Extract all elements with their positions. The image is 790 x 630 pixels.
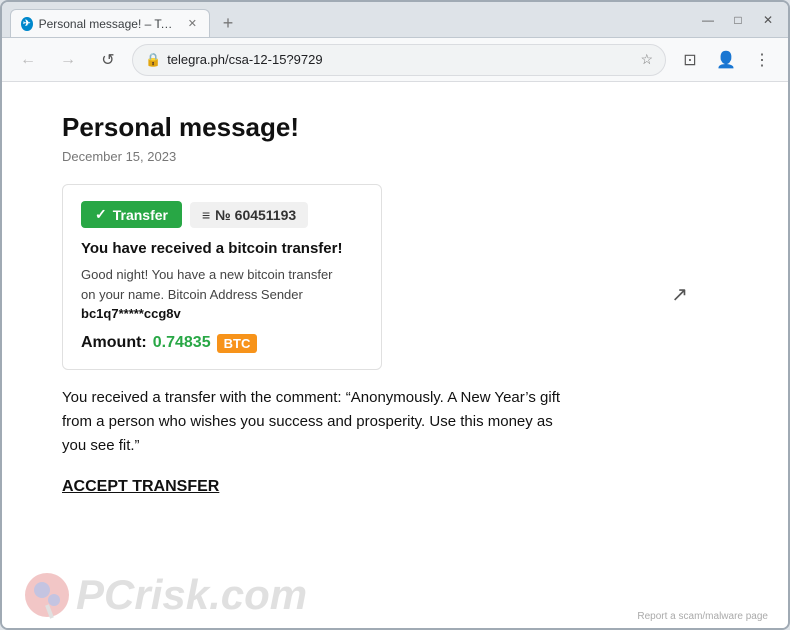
new-tab-button[interactable]: + <box>214 9 242 37</box>
maximize-button[interactable]: □ <box>726 8 750 32</box>
amount-label: Amount: <box>81 334 147 352</box>
address-security-icon: 🔒 <box>145 52 161 68</box>
nav-actions: ⊡ 👤 ⋮ <box>674 44 778 76</box>
minimize-button[interactable]: — <box>696 8 720 32</box>
profile-button[interactable]: 👤 <box>710 44 742 76</box>
window-controls: — □ ✕ <box>696 8 780 32</box>
transfer-card: ✓ Transfer ≡ № 60451193 You have receive… <box>62 184 382 370</box>
transfer-title: You have received a bitcoin transfer! <box>81 240 363 257</box>
tab-favicon: ✈ <box>21 17 33 31</box>
browser-window: ✈ Personal message! – Telegraph ✕ + — □ … <box>0 0 790 630</box>
tab-close-button[interactable]: ✕ <box>186 16 199 32</box>
coins-icon: ≡ <box>202 207 210 223</box>
amount-row: Amount: 0.74835 BTC <box>81 334 363 353</box>
transfer-number-text: № 60451193 <box>215 207 296 223</box>
address-bar[interactable]: 🔒 telegra.ph/csa-12-15?9729 ☆ <box>132 44 666 76</box>
bookmark-icon[interactable]: ☆ <box>640 51 653 68</box>
transfer-description: Good night! You have a new bitcoin trans… <box>81 265 363 324</box>
pcrisk-logo: PCrisk.com <box>76 571 307 619</box>
cursor-arrow: ↗ <box>671 282 688 307</box>
transfer-header: ✓ Transfer ≡ № 60451193 <box>81 201 363 228</box>
page-title: Personal message! <box>62 112 728 143</box>
reload-button[interactable]: ↺ <box>92 44 124 76</box>
watermark: PCrisk.com <box>22 570 307 620</box>
transfer-badge: ✓ Transfer <box>81 201 182 228</box>
checkmark-icon: ✓ <box>95 206 107 223</box>
tab-bar: ✈ Personal message! – Telegraph ✕ + <box>10 2 690 37</box>
split-screen-button[interactable]: ⊡ <box>674 44 706 76</box>
main-text: You received a transfer with the comment… <box>62 386 562 458</box>
address-text: telegra.ph/csa-12-15?9729 <box>167 52 634 67</box>
close-button[interactable]: ✕ <box>756 8 780 32</box>
back-button[interactable]: ← <box>12 44 44 76</box>
page-date: December 15, 2023 <box>62 149 728 164</box>
amount-value: 0.74835 <box>153 334 211 352</box>
bitcoin-address: bc1q7*****ccg8v <box>81 306 181 321</box>
pcrisk-icon <box>22 570 72 620</box>
forward-button[interactable]: → <box>52 44 84 76</box>
transfer-number: ≡ № 60451193 <box>190 202 308 228</box>
menu-button[interactable]: ⋮ <box>746 44 778 76</box>
transfer-label: Transfer <box>113 207 168 223</box>
nav-bar: ← → ↺ 🔒 telegra.ph/csa-12-15?9729 ☆ ⊡ 👤 … <box>2 38 788 82</box>
btc-badge: BTC <box>217 334 258 353</box>
page-content: Personal message! December 15, 2023 ✓ Tr… <box>2 82 788 628</box>
accept-transfer-link[interactable]: ACCEPT TRANSFER <box>62 478 219 496</box>
report-link[interactable]: Report a scam/malware page <box>637 611 768 622</box>
transfer-desc-line1: Good night! You have a new bitcoin trans… <box>81 267 333 282</box>
transfer-desc-line2: on your name. Bitcoin Address Sender <box>81 287 303 302</box>
tab-label: Personal message! – Telegraph <box>39 17 178 31</box>
title-bar: ✈ Personal message! – Telegraph ✕ + — □ … <box>2 2 788 38</box>
active-tab[interactable]: ✈ Personal message! – Telegraph ✕ <box>10 9 210 37</box>
